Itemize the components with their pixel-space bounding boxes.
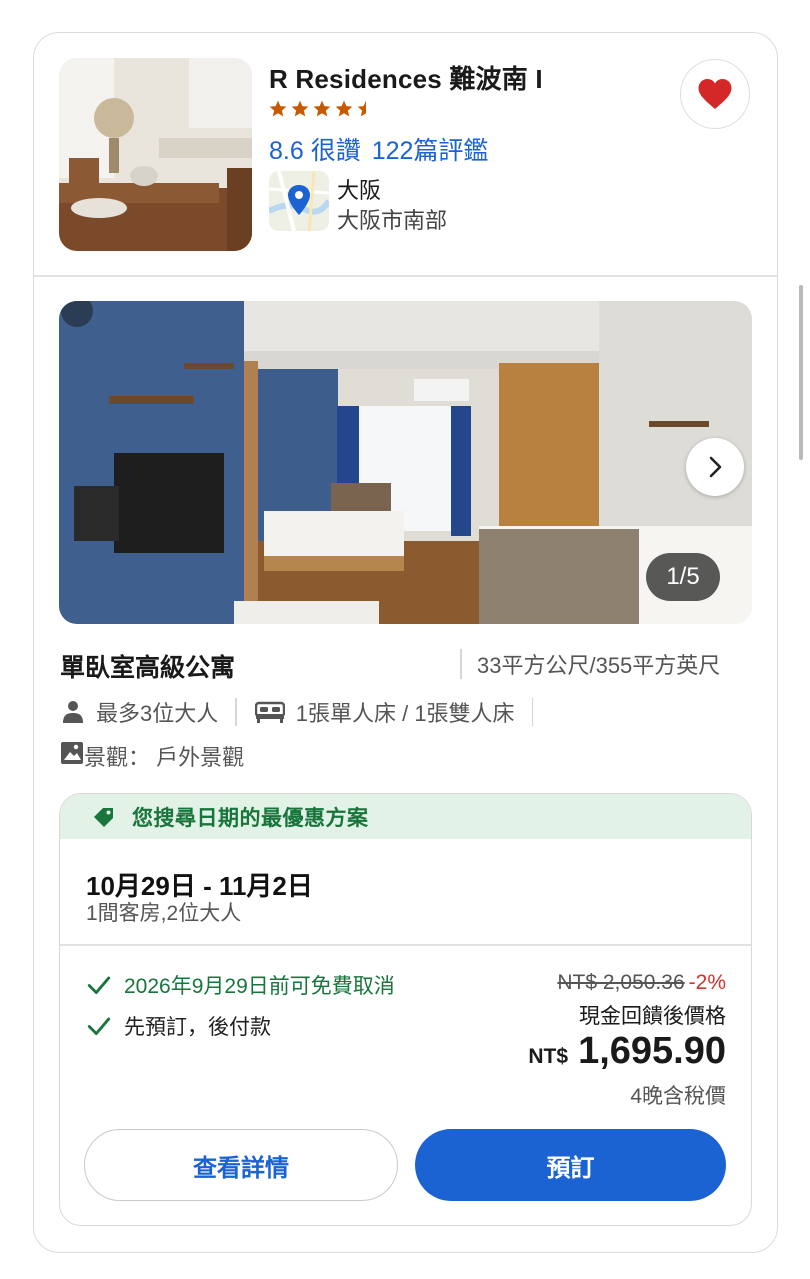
- discount-badge: -2%: [688, 971, 726, 994]
- star-icon: [291, 100, 309, 117]
- occupancy: 1間客房,2位大人: [86, 902, 242, 925]
- review-count: 122篇評鑑: [371, 137, 489, 165]
- review-score[interactable]: 8.6 很讚 122篇評鑑: [269, 131, 488, 167]
- bed-configuration: 1張單人床 / 1張雙人床: [295, 701, 515, 726]
- pay-later: 先預訂，後付款: [86, 1011, 271, 1041]
- best-deal-banner: 您搜尋日期的最優惠方案: [60, 794, 751, 839]
- district-name: 大阪市南部: [337, 208, 448, 233]
- half-star-icon: [357, 100, 366, 117]
- view-icon: [60, 741, 84, 771]
- max-guests: 最多3位大人: [96, 701, 219, 726]
- final-price: NT$ 1,695.90: [528, 1030, 726, 1073]
- divider: [60, 944, 751, 946]
- price-label: 現金回饋後價格: [579, 1005, 726, 1028]
- tag-icon: [94, 807, 113, 827]
- original-price: NT$ 2,050.36: [557, 971, 685, 994]
- divider: [34, 275, 777, 277]
- score-value: 8.6: [269, 137, 304, 165]
- original-price-row: NT$ 2,050.36 -2%: [557, 971, 726, 995]
- score-label: 很讚: [310, 137, 361, 165]
- star-icon: [269, 100, 287, 117]
- free-cancellation: 2026年9月29日前可免費取消: [86, 970, 395, 1000]
- divider: [460, 649, 462, 679]
- hotel-name[interactable]: R Residences 難波南 I: [269, 59, 543, 96]
- divider: [235, 698, 237, 726]
- pay-later-text: 先預訂，後付款: [124, 1016, 271, 1039]
- scrollbar[interactable]: [799, 285, 803, 460]
- chevron-right-icon: [709, 456, 722, 478]
- best-deal-label: 您搜尋日期的最優惠方案: [132, 806, 369, 830]
- map-pin-icon[interactable]: [269, 171, 329, 231]
- person-icon: [60, 699, 86, 725]
- star-icon: [335, 100, 353, 117]
- room-size: 33平方公尺/355平方英尺: [477, 653, 721, 678]
- hotel-card: R Residences 難波南 I 8.6 很讚 122篇評鑑 大阪 大阪市南…: [33, 32, 778, 1253]
- bed-icon: [254, 699, 286, 725]
- next-photo-button[interactable]: [686, 438, 744, 496]
- star-icon: [313, 100, 331, 117]
- currency: NT$: [528, 1045, 569, 1068]
- checkmark-icon: [87, 976, 111, 994]
- view-details-button[interactable]: 查看詳情: [84, 1129, 398, 1201]
- star-rating: [268, 99, 376, 119]
- room-title[interactable]: 單臥室高級公寓: [60, 648, 235, 684]
- hotel-thumbnail[interactable]: [59, 58, 252, 251]
- offer-panel: 您搜尋日期的最優惠方案 10月29日 - 11月2日 1間客房,2位大人 202…: [59, 793, 752, 1226]
- view-row: 景觀： 戶外景觀: [60, 740, 244, 772]
- checkmark-icon: [87, 1017, 111, 1035]
- price-amount: 1,695.90: [578, 1030, 726, 1072]
- heart-icon: [698, 79, 732, 109]
- divider: [531, 698, 534, 726]
- city-name: 大阪: [337, 178, 382, 203]
- tax-note: 4晚含稅價: [630, 1085, 726, 1108]
- view-label: 景觀： 戶外景觀: [84, 745, 245, 770]
- photo-counter: 1/5: [646, 553, 720, 601]
- book-button[interactable]: 預訂: [415, 1129, 726, 1201]
- favorite-button[interactable]: [680, 59, 750, 129]
- amenities-row: 最多3位大人 1張單人床 / 1張雙人床: [60, 696, 534, 728]
- free-cancellation-text: 2026年9月29日前可免費取消: [124, 975, 395, 998]
